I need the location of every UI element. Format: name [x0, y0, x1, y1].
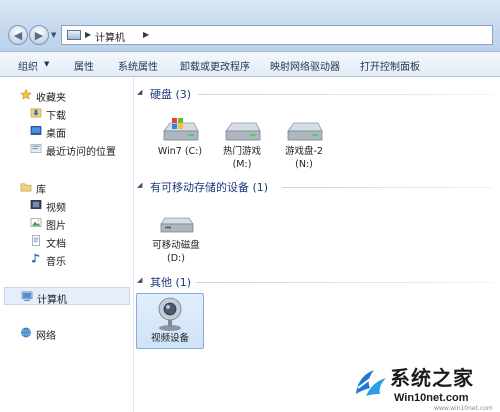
- title-bar: ◀ ▶ ▼ ▶ 计算机 ▶: [0, 0, 500, 52]
- sidebar-item-network[interactable]: 网络: [0, 325, 133, 342]
- drive-name: 游戏盘-2: [285, 146, 323, 157]
- group-header-hard-disks[interactable]: ◢ 硬盘 (3): [134, 85, 496, 101]
- drive-item[interactable]: 可移动磁盘 (D:): [138, 209, 214, 265]
- drive-item[interactable]: 游戏盘-2 (N:): [268, 115, 340, 171]
- sidebar-item-videos[interactable]: 视频: [0, 197, 133, 214]
- map-network-drive-button[interactable]: 映射网络驱动器: [270, 58, 340, 73]
- computer-small-icon: [67, 30, 81, 40]
- sidebar-item-label: 音乐: [46, 257, 66, 268]
- pictures-library-icon: [30, 218, 42, 227]
- watermark-site: Win10net.com: [394, 392, 469, 404]
- sidebar-item-desktop[interactable]: 桌面: [0, 123, 133, 140]
- computer-icon: [21, 291, 33, 302]
- collapse-arrow-icon[interactable]: ◢: [137, 276, 142, 284]
- sidebar-item-label: 文档: [46, 239, 66, 250]
- sidebar-item-libraries[interactable]: 库: [0, 179, 133, 196]
- sidebar-item-label: 计算机: [37, 295, 67, 306]
- group-divider: [198, 94, 492, 95]
- sidebar-item-label: 桌面: [46, 129, 66, 140]
- breadcrumb-chevron-icon[interactable]: ▶: [143, 30, 149, 39]
- video-library-icon: [30, 200, 42, 209]
- site-logo-icon: [356, 369, 386, 396]
- network-icon: [21, 327, 31, 338]
- back-button[interactable]: ◀: [8, 25, 28, 45]
- group-title: 有可移动存储的设备 (1): [150, 181, 269, 194]
- sidebar-item-label: 库: [36, 185, 46, 196]
- windows-drive-icon: [163, 118, 199, 141]
- group-title: 硬盘 (3): [150, 88, 192, 101]
- sidebar-item-label: 收藏夹: [36, 93, 66, 104]
- forward-arrow-icon: ▶: [34, 28, 44, 42]
- device-name: 视频设备: [150, 333, 189, 344]
- site-watermark: 系统之家 Win10net.com www.win10net.com: [352, 360, 500, 412]
- collapse-arrow-icon[interactable]: ◢: [137, 181, 142, 189]
- group-divider: [196, 282, 492, 283]
- documents-library-icon: [32, 235, 40, 246]
- video-device-item[interactable]: 视频设备: [136, 293, 204, 349]
- sidebar-item-documents[interactable]: 文档: [0, 233, 133, 250]
- desktop-icon: [30, 126, 42, 135]
- library-icon: [20, 183, 32, 192]
- webcam-icon: [158, 297, 182, 331]
- group-divider: [282, 187, 492, 188]
- sidebar-item-computer[interactable]: 计算机: [4, 287, 130, 306]
- sidebar-item-pictures[interactable]: 图片: [0, 215, 133, 232]
- collapse-arrow-icon[interactable]: ◢: [137, 88, 142, 96]
- drive-name: 可移动磁盘: [152, 240, 200, 251]
- download-folder-icon: [30, 108, 42, 118]
- properties-button[interactable]: 属性: [74, 58, 94, 73]
- organize-menu[interactable]: 组织: [18, 58, 38, 73]
- back-arrow-icon: ◀: [13, 28, 23, 42]
- open-control-panel-button[interactable]: 打开控制面板: [360, 58, 420, 73]
- music-note-icon: [31, 253, 40, 263]
- navigation-pane: 收藏夹 下载 桌面 最近访问的位置 库 视频 图片 文档 音乐 计算机 网络: [0, 77, 134, 412]
- star-icon: [20, 89, 32, 100]
- recent-places-icon: [30, 144, 42, 153]
- group-title: 其他 (1): [150, 276, 192, 289]
- watermark-title: 系统之家: [390, 366, 474, 390]
- sidebar-item-label: 网络: [36, 331, 56, 342]
- sidebar-item-label: 下载: [46, 111, 66, 122]
- sidebar-item-downloads[interactable]: 下载: [0, 105, 133, 122]
- forward-button[interactable]: ▶: [29, 25, 49, 45]
- watermark-url: www.win10net.com: [434, 405, 493, 412]
- sidebar-item-label: 视频: [46, 203, 66, 214]
- removable-disk-icon: [160, 217, 194, 233]
- group-header-removable-storage[interactable]: ◢ 有可移动存储的设备 (1): [134, 178, 496, 194]
- recent-pages-dropdown-icon[interactable]: ▼: [51, 31, 56, 39]
- breadcrumb-chevron-icon[interactable]: ▶: [85, 30, 91, 39]
- drive-letter: (D:): [167, 253, 185, 264]
- sidebar-item-music[interactable]: 音乐: [0, 251, 133, 268]
- command-toolbar: 组织 ▼ 属性 系统属性 卸载或更改程序 映射网络驱动器 打开控制面板: [0, 52, 500, 77]
- sidebar-item-favorites[interactable]: 收藏夹: [0, 87, 133, 104]
- group-header-other[interactable]: ◢ 其他 (1): [134, 273, 496, 289]
- hard-drive-icon: [225, 122, 261, 141]
- uninstall-program-button[interactable]: 卸载或更改程序: [180, 58, 250, 73]
- system-properties-button[interactable]: 系统属性: [118, 58, 158, 73]
- breadcrumb-computer[interactable]: 计算机: [95, 29, 125, 44]
- drive-letter: (N:): [295, 159, 313, 170]
- sidebar-item-label: 最近访问的位置: [46, 147, 116, 158]
- sidebar-item-label: 图片: [46, 221, 66, 232]
- sidebar-item-recent-places[interactable]: 最近访问的位置: [0, 141, 133, 158]
- chevron-down-icon[interactable]: ▼: [44, 60, 49, 68]
- address-bar[interactable]: ▶ 计算机 ▶: [61, 25, 493, 45]
- hard-drive-icon: [287, 122, 323, 141]
